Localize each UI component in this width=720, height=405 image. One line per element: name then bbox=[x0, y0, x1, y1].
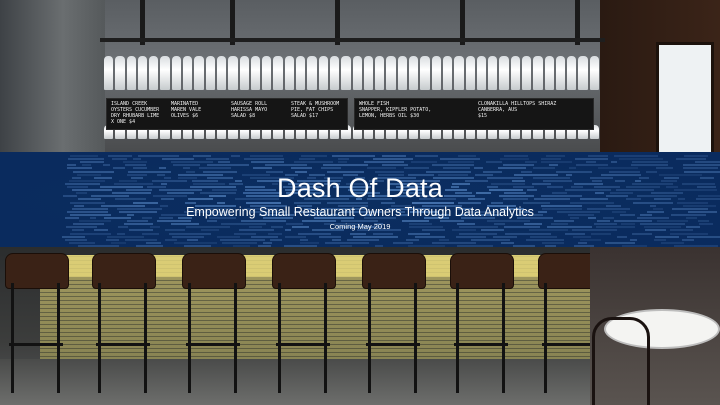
bottle bbox=[578, 56, 588, 90]
bottle bbox=[567, 56, 577, 90]
bar-counter-photo bbox=[0, 247, 720, 405]
bottle bbox=[126, 56, 136, 90]
bottle bbox=[205, 56, 215, 90]
bar-stool bbox=[450, 253, 514, 398]
bottle bbox=[104, 56, 114, 90]
stool-footrest bbox=[542, 343, 596, 346]
menu-item: CLONAKILLA HILLTOPS SHIRAZ CANBERRA, AUS… bbox=[478, 101, 557, 119]
stool-footrest bbox=[96, 343, 150, 346]
bottle bbox=[397, 56, 408, 90]
chair bbox=[592, 317, 650, 405]
menu-item: MARINATED MAREN VALE OLIVES $6 bbox=[171, 101, 202, 119]
bottle bbox=[375, 56, 385, 90]
bottle-row bbox=[104, 56, 600, 90]
concrete-wall bbox=[0, 0, 105, 152]
bar-shelf-photo: ISLAND CREEK OYSTERS CUCUMBER DRY RHUBAR… bbox=[0, 0, 720, 152]
stool-leg bbox=[98, 283, 101, 393]
bottle bbox=[420, 56, 430, 90]
bottle bbox=[273, 56, 283, 90]
bottle bbox=[352, 56, 362, 90]
stool-leg bbox=[57, 283, 60, 393]
menu-item: STEAK & MUSHROOM PIE, FAT CHIPS SALAD $1… bbox=[291, 101, 340, 119]
bottle bbox=[442, 56, 453, 90]
stool-leg bbox=[278, 283, 281, 393]
bottle bbox=[171, 56, 182, 90]
bottle bbox=[250, 56, 261, 90]
stool-footrest bbox=[276, 343, 330, 346]
bottle bbox=[262, 56, 272, 90]
bottle bbox=[589, 56, 600, 90]
bottle bbox=[115, 56, 125, 90]
menu-item: WHOLE FISH SNAPPER, KIPFLER POTATO, LEMO… bbox=[359, 101, 432, 119]
bottle bbox=[555, 56, 566, 90]
bar-stool bbox=[5, 253, 69, 398]
bottle bbox=[465, 56, 475, 90]
stool-footrest bbox=[186, 343, 240, 346]
stool-leg bbox=[544, 283, 547, 393]
stool-leg bbox=[368, 283, 371, 393]
bottle bbox=[409, 56, 419, 90]
bottle bbox=[521, 56, 532, 90]
bottle bbox=[386, 56, 396, 90]
bottle bbox=[488, 56, 498, 90]
bottle bbox=[476, 56, 487, 90]
bottle bbox=[329, 56, 340, 90]
stool-leg bbox=[234, 283, 237, 393]
stool-leg bbox=[144, 283, 147, 393]
slide-title: Dash Of Data bbox=[277, 173, 443, 203]
bar-stool bbox=[92, 253, 156, 398]
bottle bbox=[307, 56, 317, 90]
window bbox=[656, 42, 714, 152]
chalkboard-menu-left: ISLAND CREEK OYSTERS CUCUMBER DRY RHUBAR… bbox=[106, 98, 348, 130]
wood-wall bbox=[600, 0, 720, 152]
menu-item: ISLAND CREEK OYSTERS CUCUMBER DRY RHUBAR… bbox=[111, 101, 160, 125]
bottle bbox=[194, 56, 204, 90]
bar-stool bbox=[182, 253, 246, 398]
bottle bbox=[216, 56, 227, 90]
stool-footrest bbox=[366, 343, 420, 346]
slide-subtitle: Empowering Small Restaurant Owners Throu… bbox=[186, 205, 534, 219]
bottle bbox=[454, 56, 464, 90]
bottle bbox=[137, 56, 148, 90]
bottle bbox=[284, 56, 295, 90]
bottle bbox=[341, 56, 351, 90]
bottle bbox=[160, 56, 170, 90]
bottle bbox=[510, 56, 520, 90]
bar-stool bbox=[272, 253, 336, 398]
bottle bbox=[183, 56, 193, 90]
bottle bbox=[318, 56, 328, 90]
bottle bbox=[149, 56, 159, 90]
stool-footrest bbox=[9, 343, 63, 346]
bottle bbox=[499, 56, 509, 90]
bar-stool bbox=[362, 253, 426, 398]
stool-leg bbox=[502, 283, 505, 393]
stool-leg bbox=[324, 283, 327, 393]
release-date: Coming May 2019 bbox=[329, 222, 391, 231]
stool-footrest bbox=[454, 343, 508, 346]
bottle bbox=[431, 56, 441, 90]
menu-item: SAUSAGE ROLL HARISSA MAYO SALAD $8 bbox=[231, 101, 268, 119]
bottle bbox=[533, 56, 543, 90]
bottle bbox=[228, 56, 238, 90]
stool-leg bbox=[188, 283, 191, 393]
stool-leg bbox=[414, 283, 417, 393]
stool-leg bbox=[456, 283, 459, 393]
bottle bbox=[363, 56, 374, 90]
bottle bbox=[296, 56, 306, 90]
bottle bbox=[239, 56, 249, 90]
bottle bbox=[544, 56, 554, 90]
chalkboard-menu-right: WHOLE FISH SNAPPER, KIPFLER POTATO, LEMO… bbox=[354, 98, 594, 130]
stool-leg bbox=[11, 283, 14, 393]
title-slide: ISLAND CREEK OYSTERS CUCUMBER DRY RHUBAR… bbox=[0, 0, 720, 405]
